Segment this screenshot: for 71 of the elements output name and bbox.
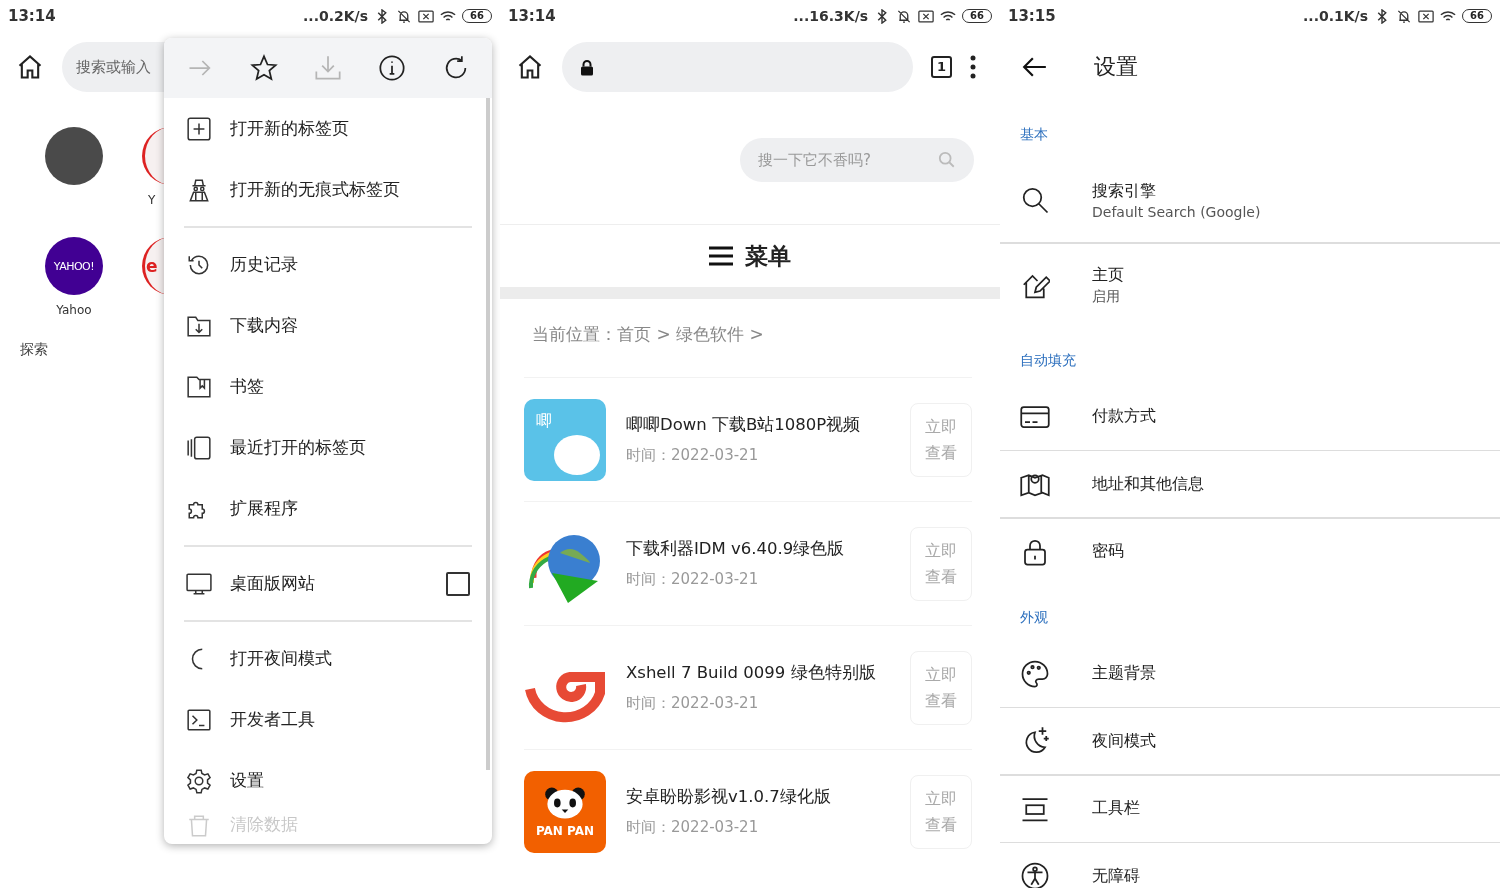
devtools-icon (186, 706, 212, 733)
section-header: 自动填充 (1019, 350, 1077, 370)
sim-error-icon (418, 8, 435, 24)
bell-off-icon (896, 8, 913, 24)
section-header: 外观 (1019, 607, 1049, 627)
menu-icon (709, 246, 733, 266)
search-icon (938, 151, 956, 169)
menu-item[interactable]: 下载内容 (164, 295, 492, 356)
menu-item[interactable]: 书签 (164, 356, 492, 417)
search-icon (1020, 185, 1050, 215)
settings-item[interactable]: 地址和其他信息 (1000, 451, 1500, 517)
menu-item[interactable]: 开发者工具 (164, 689, 492, 750)
status-time: 13:14 (508, 7, 556, 25)
checkbox[interactable] (446, 571, 470, 596)
menu-item[interactable]: 历史记录 (164, 234, 492, 295)
sim-error-icon (918, 8, 935, 24)
settings-item[interactable]: 无障碍 (1000, 843, 1500, 888)
yahoo-logo[interactable]: YAHOO! (45, 237, 103, 295)
menu-item[interactable]: 打开新的无痕式标签页 (164, 159, 492, 220)
article-date: 时间：2022-03-21 (626, 446, 760, 465)
article-date: 时间：2022-03-21 (626, 570, 760, 589)
menu-item[interactable]: 打开新的标签页 (164, 98, 492, 159)
accessibility-icon (1020, 861, 1050, 888)
article-title[interactable]: 安卓盼盼影视v1.0.7绿化版 (626, 786, 910, 808)
settings-item[interactable]: 搜索引擎 Default Search (Google) (1000, 158, 1500, 242)
lock-icon (580, 58, 594, 76)
settings-item[interactable]: 付款方式 (1000, 383, 1500, 450)
settings-icon (186, 767, 212, 794)
menu-item[interactable]: 扩展程序 (164, 478, 492, 539)
star-icon (250, 54, 278, 82)
section-header: 基本 (1019, 125, 1049, 144)
status-time: 13:14 (8, 7, 56, 25)
network-speed: ...0.1K/s (1303, 8, 1369, 24)
menu-item[interactable]: 桌面版网站 (164, 553, 492, 614)
shortcut-label: Y (148, 193, 156, 208)
article-date: 时间：2022-03-21 (626, 818, 760, 837)
article-title[interactable]: Xshell 7 Build 0099 绿色特别版 (626, 662, 910, 684)
menu-item[interactable]: 最近打开的标签页 (164, 417, 492, 478)
network-speed: ...0.2K/s (303, 8, 369, 24)
incognito-icon (186, 176, 212, 203)
sim-error-icon (1418, 8, 1435, 24)
bell-off-icon (1396, 8, 1413, 24)
article-title[interactable]: 唧唧Down 下载B站1080P视频 (626, 414, 910, 436)
settings-item[interactable]: 夜间模式 (1000, 708, 1500, 774)
section-label: 探索 (19, 340, 49, 359)
status-time: 13:15 (1008, 7, 1056, 25)
home-icon[interactable] (16, 53, 44, 81)
more-menu-icon[interactable] (970, 55, 976, 79)
page-title: 设置 (1094, 53, 1138, 81)
shortcut-label: Yahoo (56, 303, 92, 318)
desktop-icon (186, 570, 212, 597)
settings-item[interactable]: 主题背景 (1000, 640, 1500, 707)
settings-item[interactable]: 密码 (1000, 518, 1500, 585)
bell-off-icon (396, 8, 413, 24)
network-speed: ...16.3K/s (793, 8, 869, 24)
bookmarks-icon (186, 373, 212, 400)
menu-button[interactable]: 菜单 (703, 239, 797, 273)
palette-icon (1020, 658, 1050, 689)
article-title[interactable]: 下载利器IDM v6.40.9绿色版 (626, 538, 910, 560)
info-icon (378, 54, 406, 82)
tab-switcher-button[interactable]: 1 (930, 56, 952, 78)
shortcut-circle[interactable] (45, 127, 103, 185)
settings-item[interactable]: 工具栏 (1000, 775, 1500, 842)
home-icon[interactable] (516, 53, 544, 81)
download-icon (314, 54, 342, 82)
menu-item[interactable]: 设置 (164, 750, 492, 811)
menu-item[interactable]: 打开夜间模式 (164, 628, 492, 689)
settings-item[interactable]: 主页 启用 (1000, 243, 1500, 328)
article-date: 时间：2022-03-21 (626, 694, 760, 713)
clear-icon (186, 813, 212, 839)
breadcrumb: 当前位置：首页 > 绿色软件 > (531, 323, 765, 346)
